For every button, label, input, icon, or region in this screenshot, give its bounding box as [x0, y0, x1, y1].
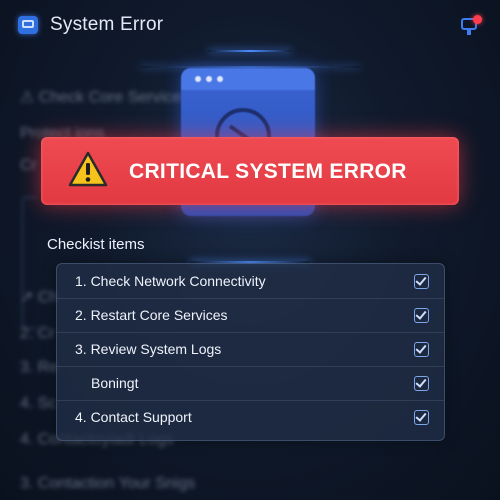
checklist-item[interactable]: 2. Restart Core Services: [57, 298, 444, 333]
bg-item: Cr: [20, 157, 37, 174]
checkbox-checked-icon[interactable]: [414, 308, 429, 323]
bg-item: 4. Sc: [20, 395, 57, 412]
error-title: CRITICAL SYSTEM ERROR: [129, 160, 407, 183]
checkbox-checked-icon[interactable]: [414, 410, 429, 425]
checklist-heading: Checkist items: [47, 236, 145, 253]
checklist-item-label: Boningt: [91, 375, 139, 391]
app-icon: [18, 16, 38, 34]
bg-item: ↗ Ch: [20, 289, 59, 306]
checklist-item[interactable]: 4. Contact Support: [57, 400, 444, 434]
checklist-item-label: 1. Check Network Connectivity: [75, 273, 266, 289]
checklist-item[interactable]: Boningt: [57, 366, 444, 401]
checklist-item[interactable]: 1. Check Network Connectivity: [57, 264, 444, 299]
critical-error-banner: CRITICAL SYSTEM ERROR: [41, 137, 459, 205]
window-title: System Error: [50, 14, 164, 35]
checklist-item-label: 3. Review System Logs: [75, 341, 222, 357]
checklist-item[interactable]: 3. Review System Logs: [57, 332, 444, 367]
checkbox-checked-icon[interactable]: [414, 274, 429, 289]
checklist-panel: 1. Check Network Connectivity 2. Restart…: [56, 263, 445, 441]
title-bar: System Error: [0, 0, 500, 54]
checkbox-checked-icon[interactable]: [414, 376, 429, 391]
warning-icon: [68, 151, 108, 187]
checkbox-checked-icon[interactable]: [414, 342, 429, 357]
notification-alert-icon[interactable]: [459, 14, 483, 38]
bg-item: ⚠ Check Core Services: [20, 89, 190, 106]
bg-item: 3. Re: [20, 359, 59, 376]
bg-item: 3. Contaction Your Snigs: [20, 475, 196, 492]
checklist-item-label: 2. Restart Core Services: [75, 307, 228, 323]
checklist-item-label: 4. Contact Support: [75, 409, 192, 425]
glow-line: [208, 50, 292, 52]
bg-panel: [22, 197, 37, 329]
bg-item: 2. Cr: [20, 325, 55, 342]
